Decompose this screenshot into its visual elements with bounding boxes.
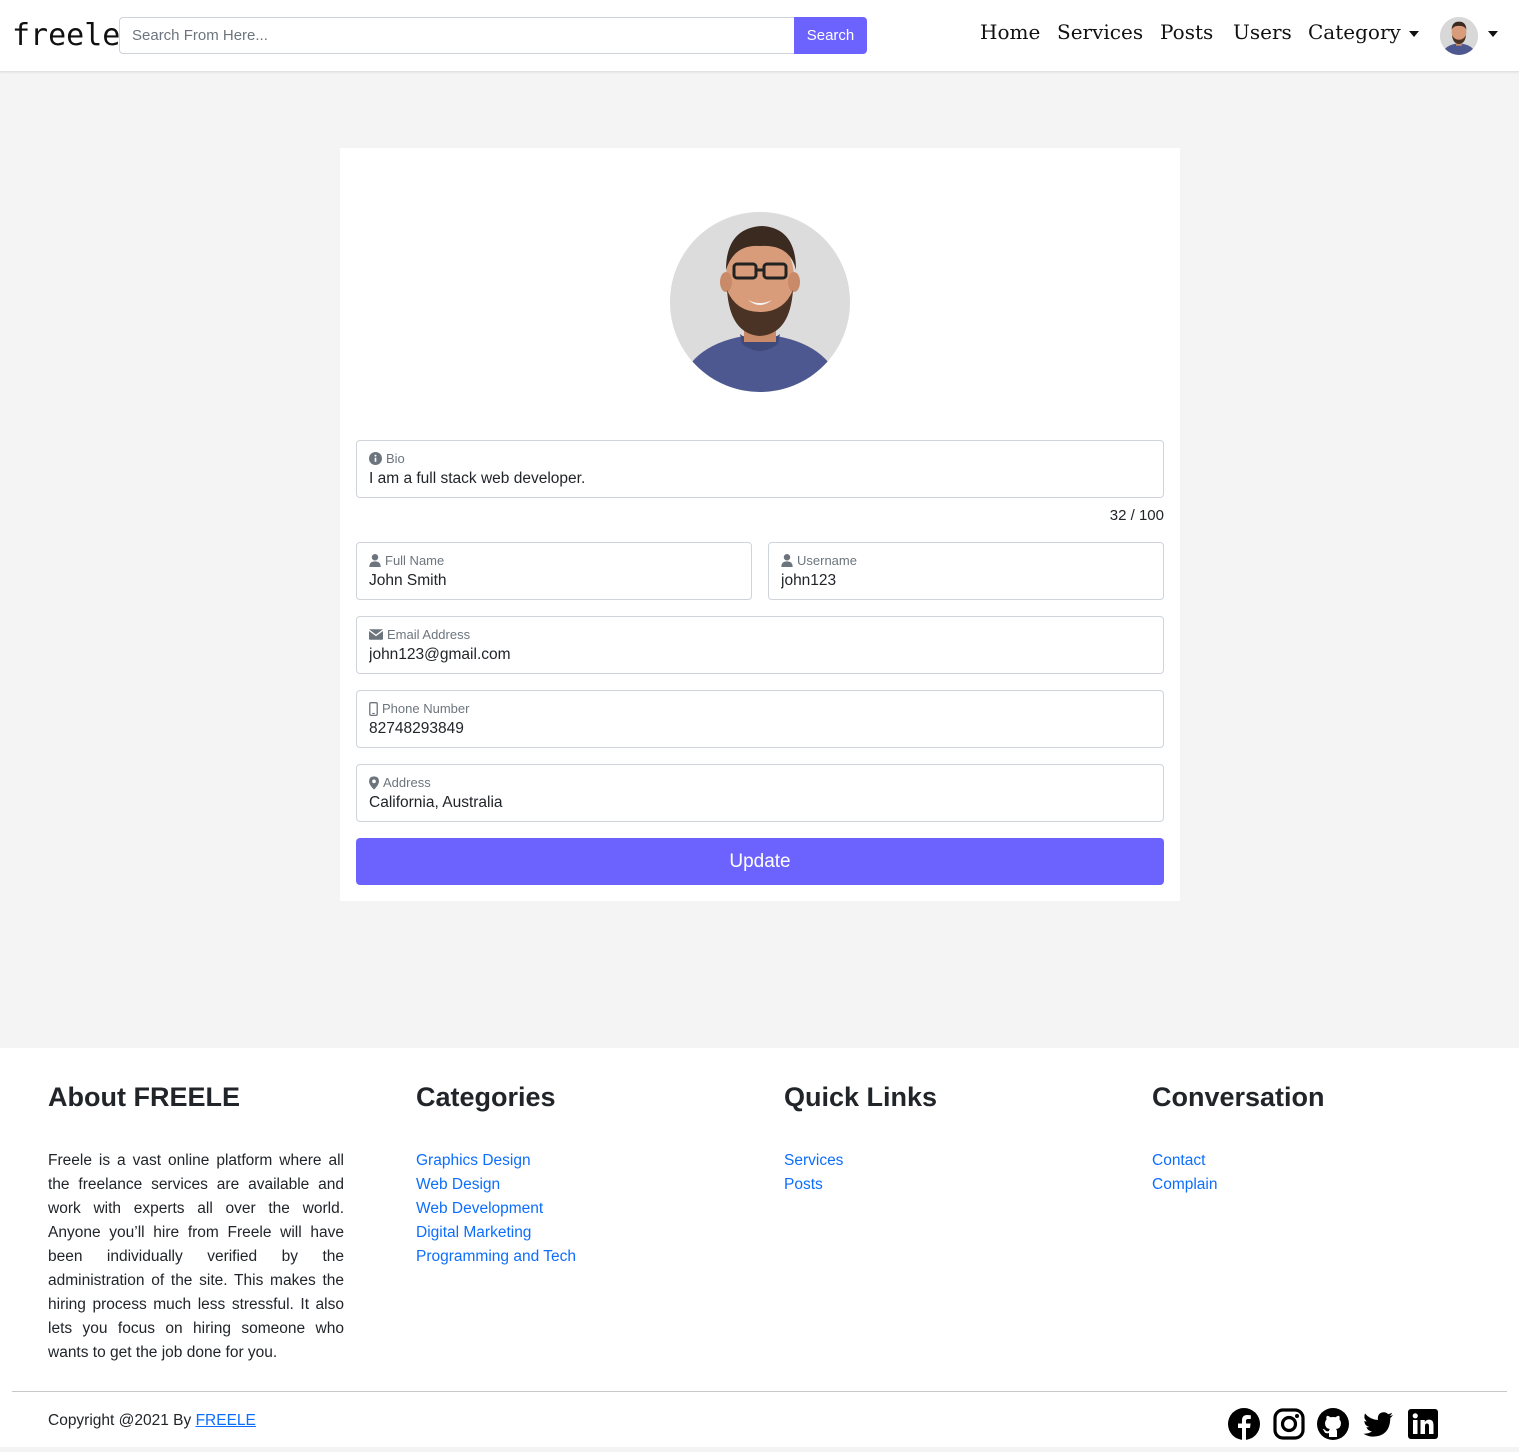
nav-users-link[interactable]: Users xyxy=(1233,20,1292,44)
footer-about-section: About FREELE Freele is a vast online pla… xyxy=(48,1082,344,1365)
address-field[interactable]: Address xyxy=(356,764,1164,822)
footer-divider xyxy=(12,1391,1507,1392)
footer-about-title: About FREELE xyxy=(48,1082,240,1112)
nav-home-link[interactable]: Home xyxy=(980,20,1040,44)
footer-about-text: Freele is a vast online platform where a… xyxy=(48,1152,344,1361)
username-input[interactable] xyxy=(781,572,1151,590)
username-label: Username xyxy=(797,553,857,568)
footer-category-link[interactable]: Web Design xyxy=(416,1173,576,1197)
user-avatar[interactable] xyxy=(1440,17,1478,55)
brand-logo[interactable]: freele xyxy=(12,18,120,53)
footer-quick-links-section: Quick Links Services Posts xyxy=(784,1082,937,1197)
user-icon xyxy=(369,554,381,567)
bio-label: Bio xyxy=(386,451,405,466)
avatar-photo-icon xyxy=(1440,17,1478,55)
map-marker-icon xyxy=(369,775,379,790)
full-name-field[interactable]: Full Name xyxy=(356,542,752,600)
chevron-down-icon[interactable] xyxy=(1488,31,1498,37)
footer-category-link[interactable]: Programming and Tech xyxy=(416,1245,576,1269)
profile-photo-icon xyxy=(670,212,850,392)
copyright: Copyright @2021 By FREELE xyxy=(48,1412,256,1430)
twitter-icon[interactable] xyxy=(1362,1408,1394,1440)
search-input[interactable] xyxy=(119,17,795,54)
phone-input[interactable] xyxy=(369,720,1151,738)
footer-category-link[interactable]: Digital Marketing xyxy=(416,1221,576,1245)
profile-picture[interactable] xyxy=(670,212,850,392)
github-icon[interactable] xyxy=(1317,1408,1349,1440)
email-label: Email Address xyxy=(387,627,471,642)
envelope-icon xyxy=(369,629,383,640)
footer: About FREELE Freele is a vast online pla… xyxy=(0,1048,1519,1452)
update-button[interactable]: Update xyxy=(356,838,1164,885)
footer-quick-link[interactable]: Services xyxy=(784,1149,937,1173)
bio-input[interactable] xyxy=(369,470,1151,488)
nav-category-dropdown[interactable]: Category xyxy=(1308,20,1419,44)
email-input[interactable] xyxy=(369,646,1151,664)
bio-field[interactable]: Bio xyxy=(356,440,1164,498)
user-icon xyxy=(781,554,793,567)
footer-categories-section: Categories Graphics Design Web Design We… xyxy=(416,1082,576,1269)
full-name-label: Full Name xyxy=(385,553,445,568)
footer-conversation-link[interactable]: Complain xyxy=(1152,1173,1325,1197)
facebook-icon[interactable] xyxy=(1228,1408,1260,1440)
nav-services-link[interactable]: Services xyxy=(1057,20,1143,44)
phone-field[interactable]: Phone Number xyxy=(356,690,1164,748)
phone-label: Phone Number xyxy=(382,701,470,716)
footer-conversation-section: Conversation Contact Complain xyxy=(1152,1082,1325,1197)
footer-conversation-title: Conversation xyxy=(1152,1082,1325,1112)
linkedin-icon[interactable] xyxy=(1407,1408,1439,1440)
profile-card: Bio 32 / 100 Full Name Username Email Ad… xyxy=(340,148,1180,901)
footer-categories-title: Categories xyxy=(416,1082,556,1112)
nav-category-label: Category xyxy=(1308,20,1401,44)
address-label: Address xyxy=(383,775,431,790)
full-name-input[interactable] xyxy=(369,572,739,590)
footer-conversation-link[interactable]: Contact xyxy=(1152,1149,1325,1173)
footer-quick-links-title: Quick Links xyxy=(784,1082,938,1112)
email-field[interactable]: Email Address xyxy=(356,616,1164,674)
footer-category-link[interactable]: Graphics Design xyxy=(416,1149,576,1173)
search-button[interactable]: Search xyxy=(794,17,867,54)
info-icon xyxy=(369,452,382,465)
mobile-phone-icon xyxy=(369,701,378,716)
nav-posts-link[interactable]: Posts xyxy=(1160,20,1213,44)
page-bottom-strip xyxy=(0,1447,1519,1452)
copyright-freele-link[interactable]: FREELE xyxy=(196,1412,256,1429)
username-field[interactable]: Username xyxy=(768,542,1164,600)
navbar: freele Search Home Services Posts Users … xyxy=(0,0,1519,72)
address-input[interactable] xyxy=(369,794,1151,812)
copyright-text: Copyright @2021 By xyxy=(48,1412,192,1429)
instagram-icon[interactable] xyxy=(1273,1408,1305,1440)
footer-quick-link[interactable]: Posts xyxy=(784,1173,937,1197)
chevron-down-icon xyxy=(1408,30,1419,37)
footer-category-link[interactable]: Web Development xyxy=(416,1197,576,1221)
bio-char-counter: 32 / 100 xyxy=(1109,507,1164,524)
